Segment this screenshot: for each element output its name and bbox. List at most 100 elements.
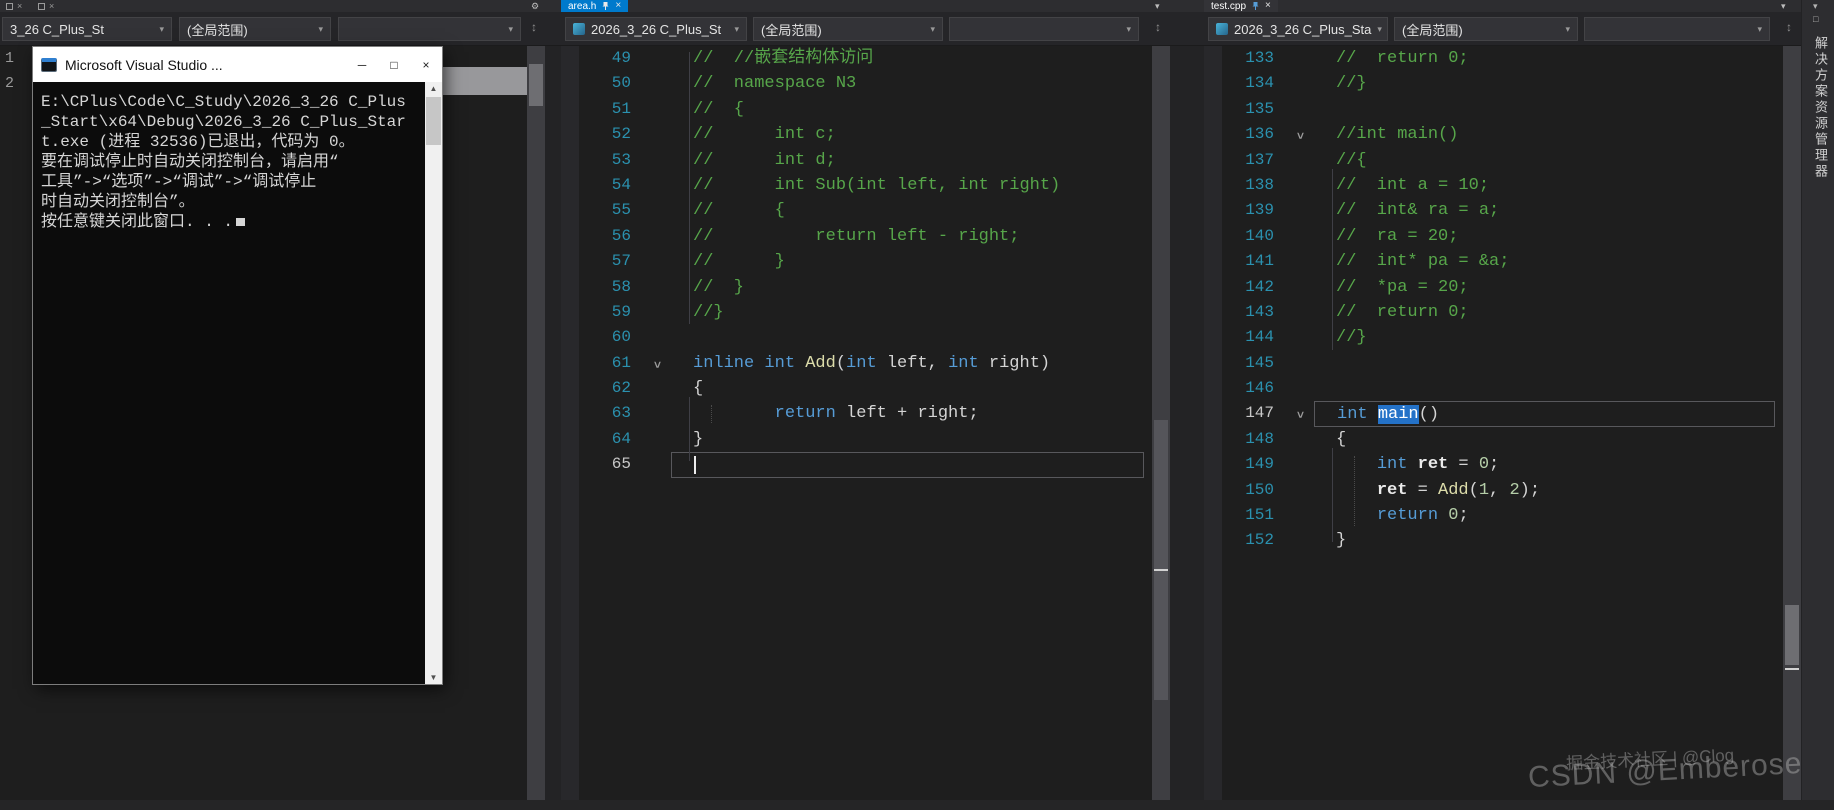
code-text[interactable]: // { <box>671 97 1144 122</box>
line-number[interactable]: 143 <box>1222 300 1284 325</box>
debug-console-window[interactable]: Microsoft Visual Studio ... ─ □ × E:\CPl… <box>33 47 442 684</box>
code-text[interactable] <box>1314 376 1775 401</box>
code-text[interactable]: //} <box>1314 71 1775 96</box>
code-line-57[interactable]: 57 // } <box>561 249 1152 274</box>
code-line-135[interactable]: 135 <box>1204 97 1783 122</box>
fold-margin[interactable]: > <box>641 351 671 376</box>
editor-pane-right[interactable]: 133// return 0; 134//} 135 136 >//int main()… <box>1204 46 1783 800</box>
code-text[interactable]: return left + right; <box>671 401 1144 426</box>
code-area-middle[interactable]: 49 // //嵌套结构体访问 50 // namespace N3 51 // {52 /… <box>561 46 1152 478</box>
code-line-60[interactable]: 60 <box>561 325 1152 350</box>
scrollbar-thumb[interactable] <box>1154 420 1168 700</box>
line-number[interactable]: 56 <box>579 224 641 249</box>
code-text[interactable]: // int& ra = a; <box>1314 198 1775 223</box>
console-title-bar[interactable]: Microsoft Visual Studio ... ─ □ × <box>33 47 442 82</box>
line-number[interactable]: 149 <box>1222 452 1284 477</box>
code-line-50[interactable]: 50 // namespace N3 <box>561 71 1152 96</box>
line-number[interactable]: 135 <box>1222 97 1284 122</box>
member-dropdown-right[interactable]: ▾ <box>1584 17 1770 41</box>
code-line-141[interactable]: 141 // int* pa = &a; <box>1204 249 1783 274</box>
close-icon[interactable]: × <box>615 1 621 11</box>
code-text[interactable]: { <box>1314 427 1775 452</box>
fold-margin[interactable]: > <box>1284 401 1314 426</box>
pane-splitter[interactable] <box>1170 46 1204 800</box>
code-text[interactable]: // ra = 20; <box>1314 224 1775 249</box>
line-number[interactable]: 139 <box>1222 198 1284 223</box>
editor-pane-middle[interactable]: 49 // //嵌套结构体访问 50 // namespace N3 51 // {52 /… <box>561 46 1152 800</box>
code-line-59[interactable]: 59 //} <box>561 300 1152 325</box>
line-number[interactable]: 52 <box>579 122 641 147</box>
code-text[interactable]: } <box>671 427 1144 452</box>
line-number[interactable]: 134 <box>1222 71 1284 96</box>
tab-stub[interactable]: × <box>38 1 54 11</box>
code-text[interactable]: // int Sub(int left, int right) <box>671 173 1144 198</box>
tab-test-cpp[interactable]: test.cpp × <box>1204 0 1278 12</box>
code-line-64[interactable]: 64} <box>561 427 1152 452</box>
tab-area-h[interactable]: area.h × <box>561 0 629 12</box>
code-line-147[interactable]: 147 > int main() <box>1204 401 1783 427</box>
line-number[interactable]: 51 <box>579 97 641 122</box>
line-number[interactable]: 59 <box>579 300 641 325</box>
line-number[interactable]: 137 <box>1222 148 1284 173</box>
code-line-55[interactable]: 55 // { <box>561 198 1152 223</box>
code-line-56[interactable]: 56 // return left - right; <box>561 224 1152 249</box>
line-number[interactable]: 146 <box>1222 376 1284 401</box>
code-text[interactable]: // int* pa = &a; <box>1314 249 1775 274</box>
scroll-up-icon[interactable]: ▲ <box>425 84 442 93</box>
scope-dropdown-left[interactable]: (全局范围) ▾ <box>179 17 331 41</box>
line-number[interactable]: 1 <box>0 46 16 71</box>
console-scrollbar[interactable]: ▲ ▼ <box>425 82 442 684</box>
maximize-button[interactable]: □ <box>378 47 410 82</box>
pane-splitter[interactable] <box>545 46 561 800</box>
code-text[interactable]: // int d; <box>671 148 1144 173</box>
scrollbar-right-pane[interactable] <box>1783 46 1801 800</box>
line-number[interactable]: 151 <box>1222 503 1284 528</box>
code-line-137[interactable]: 137 //{ <box>1204 148 1783 173</box>
code-text[interactable] <box>1314 351 1775 376</box>
line-number[interactable]: 65 <box>579 452 641 477</box>
code-line-62[interactable]: 62 { <box>561 376 1152 401</box>
line-number[interactable]: 2 <box>0 71 16 96</box>
line-number[interactable]: 145 <box>1222 351 1284 376</box>
line-number[interactable]: 152 <box>1222 528 1284 553</box>
code-line-139[interactable]: 139 // int& ra = a; <box>1204 198 1783 223</box>
fold-chevron-icon[interactable]: > <box>1286 412 1311 419</box>
scrollbar-split-icon[interactable]: ↕ <box>1786 20 1792 34</box>
scrollbar-thumb[interactable] <box>426 97 441 145</box>
code-area-right[interactable]: 133// return 0; 134//} 135 136 >//int main()… <box>1204 46 1783 554</box>
code-line-58[interactable]: 58 // } <box>561 275 1152 300</box>
code-text[interactable]: // //嵌套结构体访问 <box>671 46 1144 71</box>
code-line-138[interactable]: 138 // int a = 10; <box>1204 173 1783 198</box>
scope-dropdown-right[interactable]: (全局范围) ▾ <box>1394 17 1578 41</box>
fold-chevron-icon[interactable]: > <box>643 361 668 368</box>
chevron-down-icon[interactable]: ▾ <box>1813 1 1818 12</box>
close-icon[interactable]: × <box>17 1 22 11</box>
line-number[interactable]: 136 <box>1222 122 1284 147</box>
scope-dropdown-middle[interactable]: (全局范围) ▾ <box>753 17 943 41</box>
scroll-down-icon[interactable]: ▼ <box>425 673 442 682</box>
code-text[interactable]: // int c; <box>671 122 1144 147</box>
scrollbar-thumb[interactable] <box>529 64 543 106</box>
code-text[interactable]: // *pa = 20; <box>1314 275 1775 300</box>
line-number[interactable]: 142 <box>1222 275 1284 300</box>
code-text[interactable]: //{ <box>1314 148 1775 173</box>
code-text[interactable]: inline int Add(int left, int right) <box>671 351 1144 376</box>
code-text[interactable]: // namespace N3 <box>671 71 1144 96</box>
close-icon[interactable]: × <box>49 1 54 11</box>
line-number[interactable]: 53 <box>579 148 641 173</box>
code-text[interactable]: } <box>1314 528 1775 553</box>
code-line-152[interactable]: 152} <box>1204 528 1783 553</box>
code-line-142[interactable]: 142 // *pa = 20; <box>1204 275 1783 300</box>
tab-stub[interactable]: × <box>6 1 22 11</box>
code-text[interactable] <box>671 325 1144 350</box>
code-line-144[interactable]: 144 //} <box>1204 325 1783 350</box>
code-text[interactable]: // int a = 10; <box>1314 173 1775 198</box>
close-icon[interactable]: × <box>1265 1 1271 11</box>
line-number[interactable]: 57 <box>579 249 641 274</box>
line-number[interactable]: 138 <box>1222 173 1284 198</box>
project-dropdown-right[interactable]: 2026_3_26 C_Plus_Sta ▾ <box>1208 17 1388 41</box>
line-number[interactable]: 140 <box>1222 224 1284 249</box>
code-line-133[interactable]: 133 // return 0; <box>1204 46 1783 71</box>
code-text[interactable]: // return 0; <box>1314 300 1775 325</box>
project-dropdown-left[interactable]: 3_26 C_Plus_St ▾ <box>2 17 172 41</box>
